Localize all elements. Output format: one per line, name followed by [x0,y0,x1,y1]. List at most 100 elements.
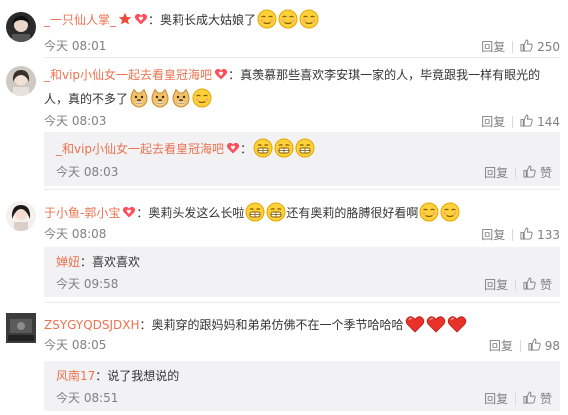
reply-body: _和vip小仙女一起去看皇冠海吧 ： [56,138,552,162]
reply-button[interactable]: 回复 [481,227,505,243]
meh-face-icon [278,9,298,29]
reply-actions: 回复 赞 [484,276,552,293]
doge-icon [150,88,170,108]
doge-icon [129,88,149,108]
doge-icon [171,88,191,108]
reply-body: 婵妞：喜欢喜欢 [56,252,552,273]
reply-username[interactable]: _和vip小仙女一起去看皇冠海吧 [56,142,224,156]
avatar[interactable] [6,66,36,96]
thumbs-up-icon [523,165,536,178]
reply-text: ： [240,142,253,156]
meh-face-icon [419,202,439,222]
comment-time: 今天 08:08 [44,227,107,241]
heart-badge-icon [134,12,148,33]
grin-face-icon [266,202,286,222]
reply-button[interactable]: 回复 [481,114,505,130]
like-count: 133 [537,227,560,242]
reply-time: 今天 08:51 [56,391,119,405]
meh-face-icon [440,202,460,222]
thumbs-up-icon [520,114,533,127]
grin-face-icon [253,138,273,158]
reply-button[interactable]: 回复 [484,391,508,407]
comment-time: 今天 08:05 [44,338,107,352]
comment-body: _一只仙人掌_ ：奥莉长成大姑娘了 [44,9,560,33]
meh-face-icon [257,9,277,29]
heart-icon [426,314,446,334]
reply-actions: 回复 赞 [484,390,552,407]
comment-text: 还有奥莉的胳膊很好看啊 [286,206,419,220]
comment-item: ZSYGYQDSJDXH：奥莉穿的跟妈妈和弟弟仿佛不在一个季节哈哈哈 今天 08… [0,303,568,415]
thumbs-up-icon [523,391,536,404]
reply-button[interactable]: 回复 [489,338,513,354]
reply-text: ：喜欢喜欢 [80,255,141,269]
comment-actions: 回复 133 [481,226,560,243]
comment-body: _和vip小仙女一起去看皇冠海吧 ：真羡慕那些喜欢李安琪一家的人，毕竟跟我一样有眼… [44,64,560,110]
like-count: 144 [537,114,560,129]
like-label: 赞 [539,277,552,292]
heart-icon [447,314,467,334]
divider [515,166,517,179]
avatar[interactable] [6,12,36,42]
like-count: 98 [544,338,560,353]
comment-text: ：奥莉穿的跟妈妈和弟弟仿佛不在一个季节哈哈哈 [139,318,404,332]
reply-button[interactable]: 回复 [484,165,508,181]
divider [515,278,517,291]
comment-username[interactable]: 于小鱼-郭小宝 [44,206,120,220]
heart-badge-icon [214,66,228,88]
reply-box: _和vip小仙女一起去看皇冠海吧 ： 今天 08:03 回复 赞 [44,132,560,186]
divider [519,339,521,352]
reply-box: 婵妞：喜欢喜欢 今天 09:58 回复 赞 [44,247,560,297]
heart-badge-icon [226,141,240,162]
thumbs-up-icon [520,39,533,52]
thumbs-up-icon [520,227,533,240]
reply-time: 今天 08:03 [56,165,119,179]
like-label: 赞 [539,391,552,406]
star-badge-icon [118,12,132,33]
like-label: 赞 [539,165,552,180]
comment-actions: 回复 98 [489,337,560,354]
divider [512,115,514,128]
thumbs-up-icon [523,277,536,290]
reply-actions: 回复 赞 [484,164,552,181]
meh-face-icon [299,9,319,29]
reply-time: 今天 09:58 [56,277,119,291]
divider [512,228,514,241]
heart-icon [405,314,425,334]
thumbs-up-icon [528,338,541,351]
avatar[interactable] [6,313,36,343]
comment-item: _一只仙人掌_ ：奥莉长成大姑娘了 今天 08:01 回复 250 [0,4,568,58]
avatar[interactable] [6,201,36,231]
comment-actions: 回复 144 [481,113,560,130]
grin-face-icon [295,138,315,158]
like-button[interactable]: 98 [528,337,560,354]
comment-username[interactable]: _和vip小仙女一起去看皇冠海吧 [44,68,212,82]
comment-time: 今天 08:03 [44,114,107,128]
heart-badge-icon [122,205,136,226]
grin-face-icon [274,138,294,158]
reply-text: ：说了我想说的 [95,369,180,383]
comment-actions: 回复 250 [481,38,560,55]
comment-username[interactable]: ZSYGYQDSJDXH [44,318,140,332]
reply-body: 风南17：说了我想说的 [56,366,552,387]
comment-item: 于小鱼-郭小宝 ：奥莉头发这么长啦 还有奥莉的胳膊很好看啊 今天 08:08 回复 … [0,191,568,303]
reply-button[interactable]: 回复 [481,39,505,55]
reply-username[interactable]: 婵妞 [56,255,80,269]
like-button[interactable]: 赞 [523,164,552,181]
comment-time: 今天 08:01 [44,39,107,53]
like-button[interactable]: 赞 [523,390,552,407]
like-count: 250 [537,39,560,54]
like-button[interactable]: 144 [520,113,560,130]
like-button[interactable]: 赞 [523,276,552,293]
comment-username[interactable]: _一只仙人掌_ [44,13,116,27]
comment-item: _和vip小仙女一起去看皇冠海吧 ：真羡慕那些喜欢李安琪一家的人，毕竟跟我一样有眼… [0,58,568,190]
meh-face-icon [192,88,212,108]
comment-text: ：奥莉长成大姑娘了 [148,13,257,27]
reply-button[interactable]: 回复 [484,277,508,293]
reply-box: 风南17：说了我想说的 今天 08:51 回复 赞 [44,361,560,411]
like-button[interactable]: 133 [520,226,560,243]
comment-body: ZSYGYQDSJDXH：奥莉穿的跟妈妈和弟弟仿佛不在一个季节哈哈哈 [44,314,560,336]
divider [515,392,517,405]
like-button[interactable]: 250 [520,38,560,55]
grin-face-icon [245,202,265,222]
reply-username[interactable]: 风南17 [56,369,95,383]
